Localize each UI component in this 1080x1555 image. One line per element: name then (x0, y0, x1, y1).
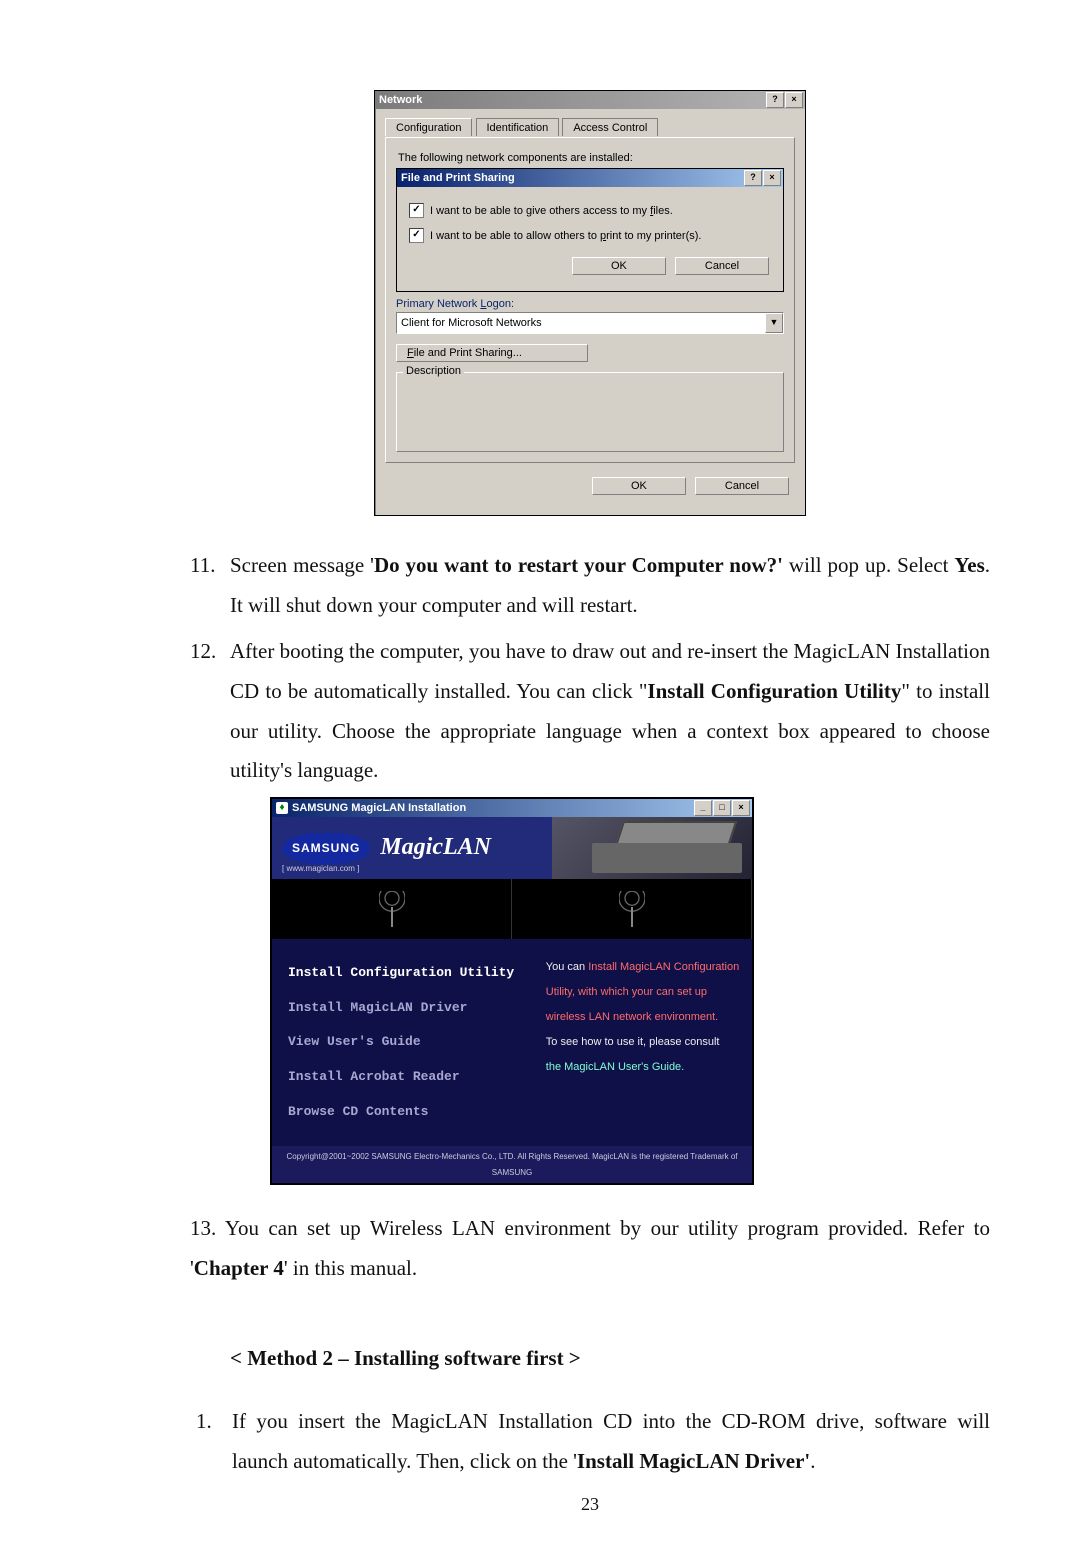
tab-row: Configuration Identification Access Cont… (385, 117, 795, 137)
description-label: Description (403, 365, 464, 377)
network-button-row: OK Cancel (385, 477, 789, 495)
installed-components-label: The following network components are ins… (398, 152, 633, 164)
body-text: 11. Screen message 'Do you want to resta… (190, 546, 990, 1482)
primary-network-logon-label: Primary Network Logon: (396, 298, 514, 310)
step-number: 1. (190, 1402, 232, 1482)
method2-steps: 1. If you insert the MagicLAN Installati… (190, 1402, 990, 1482)
checkbox-file-access[interactable] (409, 203, 424, 218)
cancel-button[interactable]: Cancel (675, 257, 769, 275)
magiclan-copyright: Copyright@2001~2002 SAMSUNG Electro-Mech… (272, 1146, 752, 1182)
magiclan-logo-area: SAMSUNG MagicLAN [ www.magiclan.com ] (272, 817, 552, 879)
chevron-down-icon[interactable]: ▼ (765, 313, 783, 333)
ok-button[interactable]: OK (572, 257, 666, 275)
fps-button-row: OK Cancel (405, 257, 769, 275)
close-icon[interactable]: × (763, 170, 781, 186)
method-2-heading: < Method 2 – Installing software first > (230, 1339, 990, 1379)
configuration-panel: The following network components are ins… (385, 137, 795, 463)
help-icon[interactable]: ? (766, 92, 784, 108)
step-text: Screen message 'Do you want to restart y… (230, 546, 990, 626)
primary-network-logon-dropdown[interactable]: Client for Microsoft Networks ▼ (396, 312, 784, 334)
tab-identification[interactable]: Identification (476, 118, 560, 136)
magiclan-window-controls: _ □ × (694, 800, 750, 816)
step-12: 12. After booting the computer, you have… (190, 632, 990, 792)
menu-install-acrobat[interactable]: Install Acrobat Reader (288, 1065, 528, 1090)
antenna-icon (619, 891, 645, 927)
checkbox-printer-access-row: I want to be able to allow others to pri… (409, 228, 771, 243)
step-number: 12. (190, 632, 230, 792)
laptop-image (552, 817, 752, 879)
checkbox-file-access-label: I want to be able to give others access … (430, 205, 673, 217)
file-print-sharing-dialog: File and Print Sharing ? × I want to be … (396, 168, 784, 292)
magiclan-url: [ www.magiclan.com ] (282, 861, 359, 876)
checkbox-printer-access-label: I want to be able to allow others to pri… (430, 230, 701, 242)
antenna-icon (379, 891, 405, 927)
cancel-button[interactable]: Cancel (695, 477, 789, 495)
maximize-icon[interactable]: □ (713, 800, 731, 816)
magiclan-menu: Install Configuration Utility Install Ma… (272, 939, 536, 1146)
magiclan-header: SAMSUNG MagicLAN [ www.magiclan.com ] (272, 817, 752, 879)
network-title-buttons: ? × (766, 92, 803, 108)
minimize-icon[interactable]: _ (694, 800, 712, 816)
method2-step-1: 1. If you insert the MagicLAN Installati… (190, 1402, 990, 1482)
network-title: Network (379, 94, 766, 106)
close-icon[interactable]: × (732, 800, 750, 816)
step-11: 11. Screen message 'Do you want to resta… (190, 546, 990, 626)
magiclan-installer-window: ♦ SAMSUNG MagicLAN Installation _ □ × SA… (270, 797, 754, 1184)
menu-view-users-guide[interactable]: View User's Guide (288, 1030, 528, 1055)
app-icon: ♦ (276, 802, 288, 814)
step-text: If you insert the MagicLAN Installation … (232, 1402, 990, 1482)
fps-title-bar: File and Print Sharing ? × (397, 169, 783, 187)
tab-configuration[interactable]: Configuration (385, 118, 472, 136)
step-text: After booting the computer, you have to … (230, 632, 990, 792)
close-icon[interactable]: × (785, 92, 803, 108)
description-groupbox: Description (396, 372, 784, 452)
magiclan-title-bar: ♦ SAMSUNG MagicLAN Installation _ □ × (272, 799, 752, 817)
checkbox-file-access-row: I want to be able to give others access … (409, 203, 771, 218)
network-dialog: Network ? × Configuration Identification… (374, 90, 806, 516)
network-title-bar: Network ? × (375, 91, 805, 109)
magiclan-brand: MagicLAN (380, 825, 491, 871)
step-13: 13. You can set up Wireless LAN environm… (190, 1209, 990, 1289)
magiclan-title: SAMSUNG MagicLAN Installation (292, 798, 694, 819)
menu-install-driver[interactable]: Install MagicLAN Driver (288, 996, 528, 1021)
help-icon[interactable]: ? (744, 170, 762, 186)
fps-title-buttons: ? × (744, 170, 781, 186)
primary-network-logon-value: Client for Microsoft Networks (401, 317, 765, 329)
magiclan-icon-row (272, 879, 752, 939)
step-number: 11. (190, 546, 230, 626)
ok-button[interactable]: OK (592, 477, 686, 495)
magiclan-description: You can Install MagicLAN Configuration U… (536, 939, 752, 1146)
samsung-logo: SAMSUNG (282, 833, 370, 864)
fps-body: I want to be able to give others access … (397, 187, 783, 291)
magiclan-body: Install Configuration Utility Install Ma… (272, 939, 752, 1146)
steps-list: 11. Screen message 'Do you want to resta… (190, 546, 990, 791)
menu-install-config-utility[interactable]: Install Configuration Utility (288, 961, 528, 986)
fps-title: File and Print Sharing (401, 172, 744, 184)
antenna-left-cell (272, 879, 512, 939)
menu-browse-cd[interactable]: Browse CD Contents (288, 1100, 528, 1125)
page-number: 23 (190, 1494, 990, 1515)
tab-access-control[interactable]: Access Control (562, 118, 658, 136)
network-dialog-body: Configuration Identification Access Cont… (375, 109, 805, 515)
laptop-body-icon (592, 843, 742, 873)
checkbox-printer-access[interactable] (409, 228, 424, 243)
file-and-print-sharing-button[interactable]: File and Print Sharing... (396, 344, 588, 362)
antenna-right-cell (512, 879, 752, 939)
